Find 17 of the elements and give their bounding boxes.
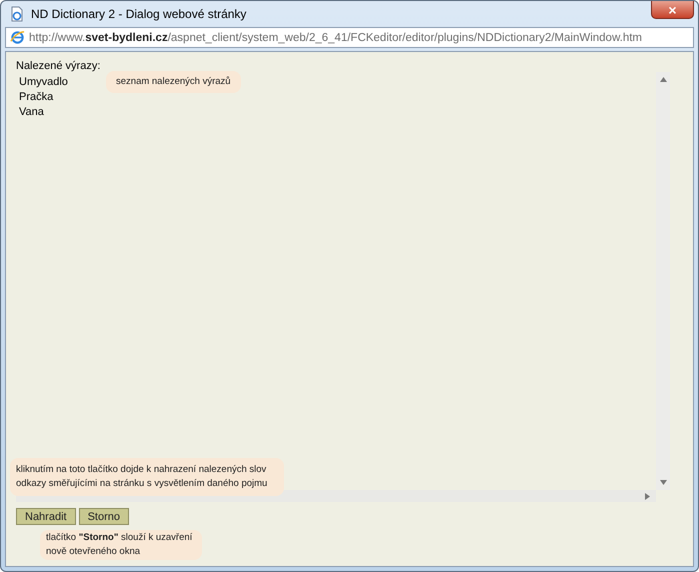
window-title: ND Dictionary 2 - Dialog webové stránky <box>31 6 246 20</box>
vertical-scrollbar[interactable] <box>656 72 670 490</box>
right-arrow-icon <box>645 492 650 500</box>
cancel-button[interactable]: Storno <box>78 508 129 525</box>
list-item[interactable]: Pračka <box>19 90 54 105</box>
callout-tooltip: seznam nalezených výrazů <box>106 71 241 93</box>
list-item[interactable]: Vana <box>19 105 44 120</box>
page-icon <box>9 6 25 22</box>
callout-tooltip: tlačítko "Storno" slouží k uzavření nově otevřeného okna <box>40 530 202 560</box>
list-item[interactable]: Umyvadlo <box>19 75 68 90</box>
up-arrow-icon <box>660 77 666 82</box>
callout-tooltip: kliknutím na toto tlačítko dojde k nahrazení nalezených slov odkazy směřujícími na stránku s vysvětlením daného pojmu <box>10 458 284 496</box>
replace-button[interactable]: Nahradit <box>16 508 76 525</box>
down-arrow-icon <box>660 480 666 485</box>
address-url: http://www.svet-bydleni.cz/aspnet_client/system_web/2_6_41/FCKeditor/editor/plugins/NDDictionary2/MainWindow.htm <box>29 32 642 44</box>
list-label: Nalezené výrazy: <box>16 60 102 72</box>
browser-icon <box>10 30 25 45</box>
